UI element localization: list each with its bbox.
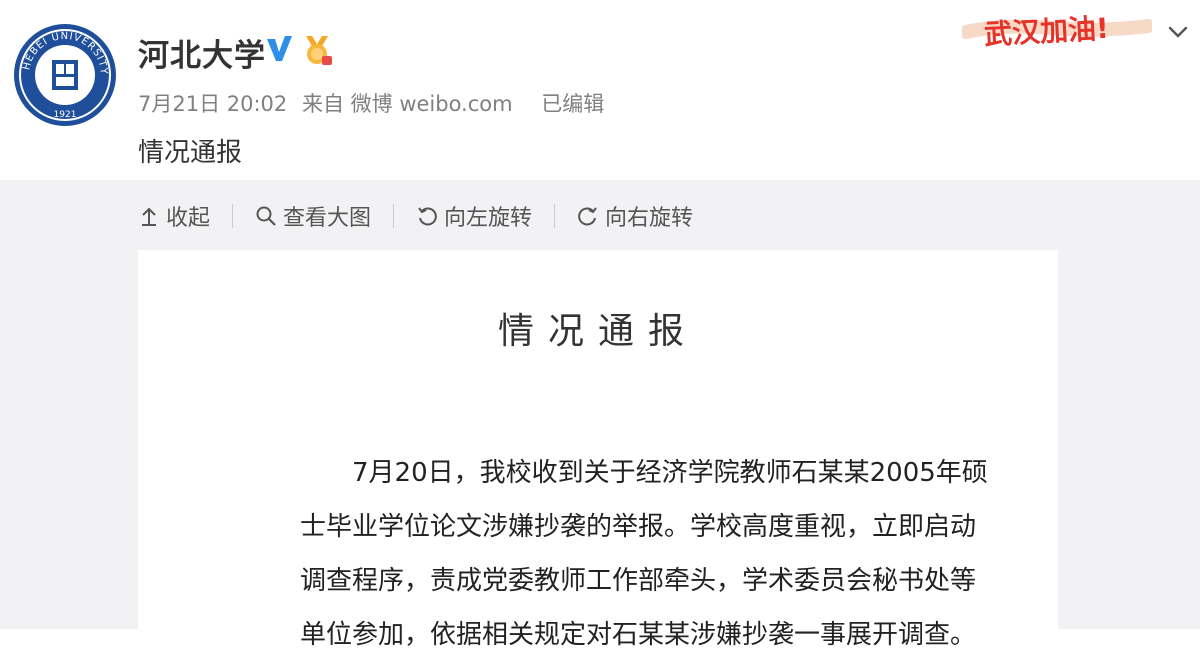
rotate-left-label: 向左旋转 (444, 206, 533, 231)
magnifier-icon (256, 206, 276, 226)
document-title: 情况通报 (497, 311, 698, 352)
document-body: 7月20日，我校收到关于经济学院教师石某某2005年硕 士毕业学位论文涉嫌抄袭的… (300, 446, 988, 662)
collapse-label: 收起 (166, 206, 211, 231)
medal-icon[interactable] (300, 32, 334, 66)
edited-label[interactable]: 已编辑 (541, 92, 604, 116)
hebei-university-logo-avatar[interactable]: HEBEI UNIVERSITY 1921 (12, 22, 118, 128)
chevron-down-icon[interactable] (1164, 18, 1192, 46)
toolbar-divider (393, 204, 395, 228)
rotate-left-button[interactable]: 向左旋转 (416, 200, 532, 232)
arrow-up-icon (142, 207, 156, 226)
document-image[interactable]: 情况通报 7月20日，我校收到关于经济学院教师石某某2005年硕 士毕业学位论文… (138, 250, 1058, 650)
username[interactable]: 河北大学 (138, 30, 266, 75)
rotate-right-button[interactable]: 向右旋转 (577, 200, 693, 232)
rotate-right-label: 向右旋转 (605, 206, 694, 231)
post-meta: 7月21日 20:02 来自 微博 weibo.com 已编辑 (138, 88, 612, 118)
campaign-text: 武汉加油! (983, 11, 1110, 52)
image-toolbar: 收起 查看大图 向左旋转 向右旋转 (138, 200, 693, 232)
document-line: 单位参加，依据相关规定对石某某涉嫌抄袭一事展开调查。 (300, 620, 977, 650)
avatar-year: 1921 (54, 110, 77, 120)
view-large-button[interactable]: 查看大图 (255, 200, 371, 232)
campaign-badge: 武汉加油! (962, 4, 1152, 52)
rotate-left-icon (418, 207, 437, 226)
post-header: HEBEI UNIVERSITY 1921 河北大学 7月21日 20:02 来… (0, 0, 1200, 180)
rotate-right-icon (578, 207, 597, 226)
document-line: 7月20日，我校收到关于经济学院教师石某某2005年硕 (352, 458, 988, 488)
document-line: 士毕业学位论文涉嫌抄袭的举报。学校高度重视，立即启动 (300, 512, 977, 542)
post-text: 情况通报 (138, 138, 243, 168)
post-date[interactable]: 7月21日 20:02 (138, 92, 287, 116)
collapse-button[interactable]: 收起 (138, 200, 210, 232)
post-source[interactable]: 来自 微博 weibo.com (302, 92, 513, 116)
document-line: 调查程序，责成党委教师工作部牵头，学术委员会秘书处等 (300, 566, 977, 596)
toolbar-divider (554, 204, 556, 228)
view-large-label: 查看大图 (283, 206, 372, 231)
toolbar-divider (232, 204, 234, 228)
verified-v-icon (267, 36, 292, 61)
